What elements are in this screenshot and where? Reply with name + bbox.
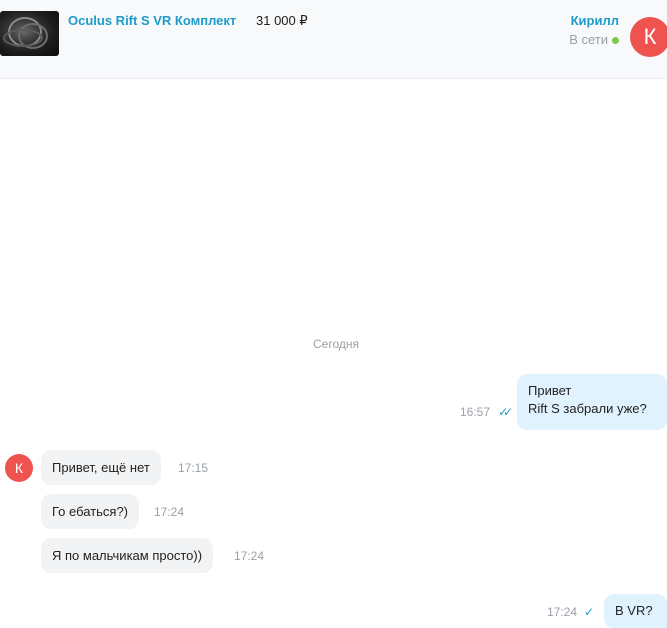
sent-check-icon: ✓	[584, 605, 595, 619]
ad-price: 31 000 ₽	[256, 13, 308, 28]
outgoing-message: В VR?	[604, 594, 667, 628]
message-line: Rift S забрали уже?	[528, 401, 647, 416]
message-time: 17:24	[154, 505, 185, 519]
ad-title-link[interactable]: Oculus Rift S VR Комплект	[68, 13, 236, 28]
message-time: 16:57	[460, 405, 491, 419]
incoming-message: Привет, ещё нет	[41, 450, 161, 485]
message-time: 17:24	[547, 605, 578, 619]
read-check-icon: ✓✓	[498, 405, 513, 419]
online-status-icon	[612, 37, 619, 44]
outgoing-message: Привет Rift S забрали уже?	[517, 374, 667, 430]
message-time: 17:15	[178, 461, 209, 475]
chat-header: Oculus Rift S VR Комплект 31 000 ₽ Кирил…	[0, 0, 667, 79]
date-separator: Сегодня	[313, 337, 359, 351]
incoming-message: Я по мальчикам просто))	[41, 538, 214, 573]
message-line: Привет	[528, 383, 572, 398]
incoming-message: Го ебаться?)	[41, 494, 140, 529]
user-status: В сети	[569, 32, 608, 47]
sender-avatar: К	[5, 454, 33, 482]
user-avatar[interactable]: К	[630, 17, 667, 57]
message-time: 17:24	[234, 549, 265, 563]
ad-thumbnail[interactable]	[0, 11, 59, 56]
user-name-link[interactable]: Кирилл	[571, 13, 619, 28]
